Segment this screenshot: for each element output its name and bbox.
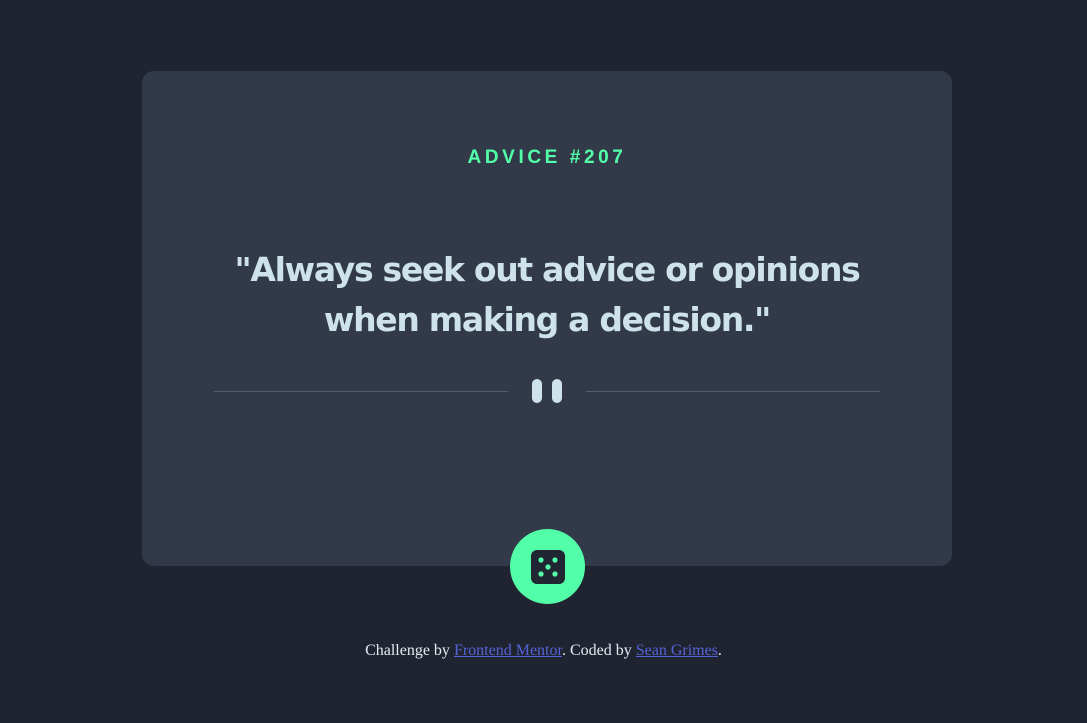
attribution: Challenge by Frontend Mentor. Coded by S… bbox=[0, 641, 1087, 661]
pause-icon bbox=[531, 379, 563, 403]
attribution-middle: . Coded by bbox=[561, 642, 636, 659]
attribution-prefix: Challenge by bbox=[365, 642, 454, 659]
attribution-suffix: . bbox=[717, 642, 722, 659]
advice-id: ADVICE #207 bbox=[467, 147, 627, 168]
dice-icon bbox=[530, 549, 565, 584]
divider-line-right bbox=[586, 391, 880, 392]
pattern-divider bbox=[214, 379, 880, 403]
frontend-mentor-link[interactable]: Frontend Mentor bbox=[454, 642, 562, 659]
author-link[interactable]: Sean Grimes bbox=[636, 642, 718, 659]
divider-line-left bbox=[214, 391, 508, 392]
advice-quote: "Always seek out advice or opinions when… bbox=[234, 250, 861, 339]
advice-card: ADVICE #207 "Always seek out advice or o… bbox=[142, 71, 952, 566]
new-advice-button[interactable] bbox=[510, 529, 585, 604]
